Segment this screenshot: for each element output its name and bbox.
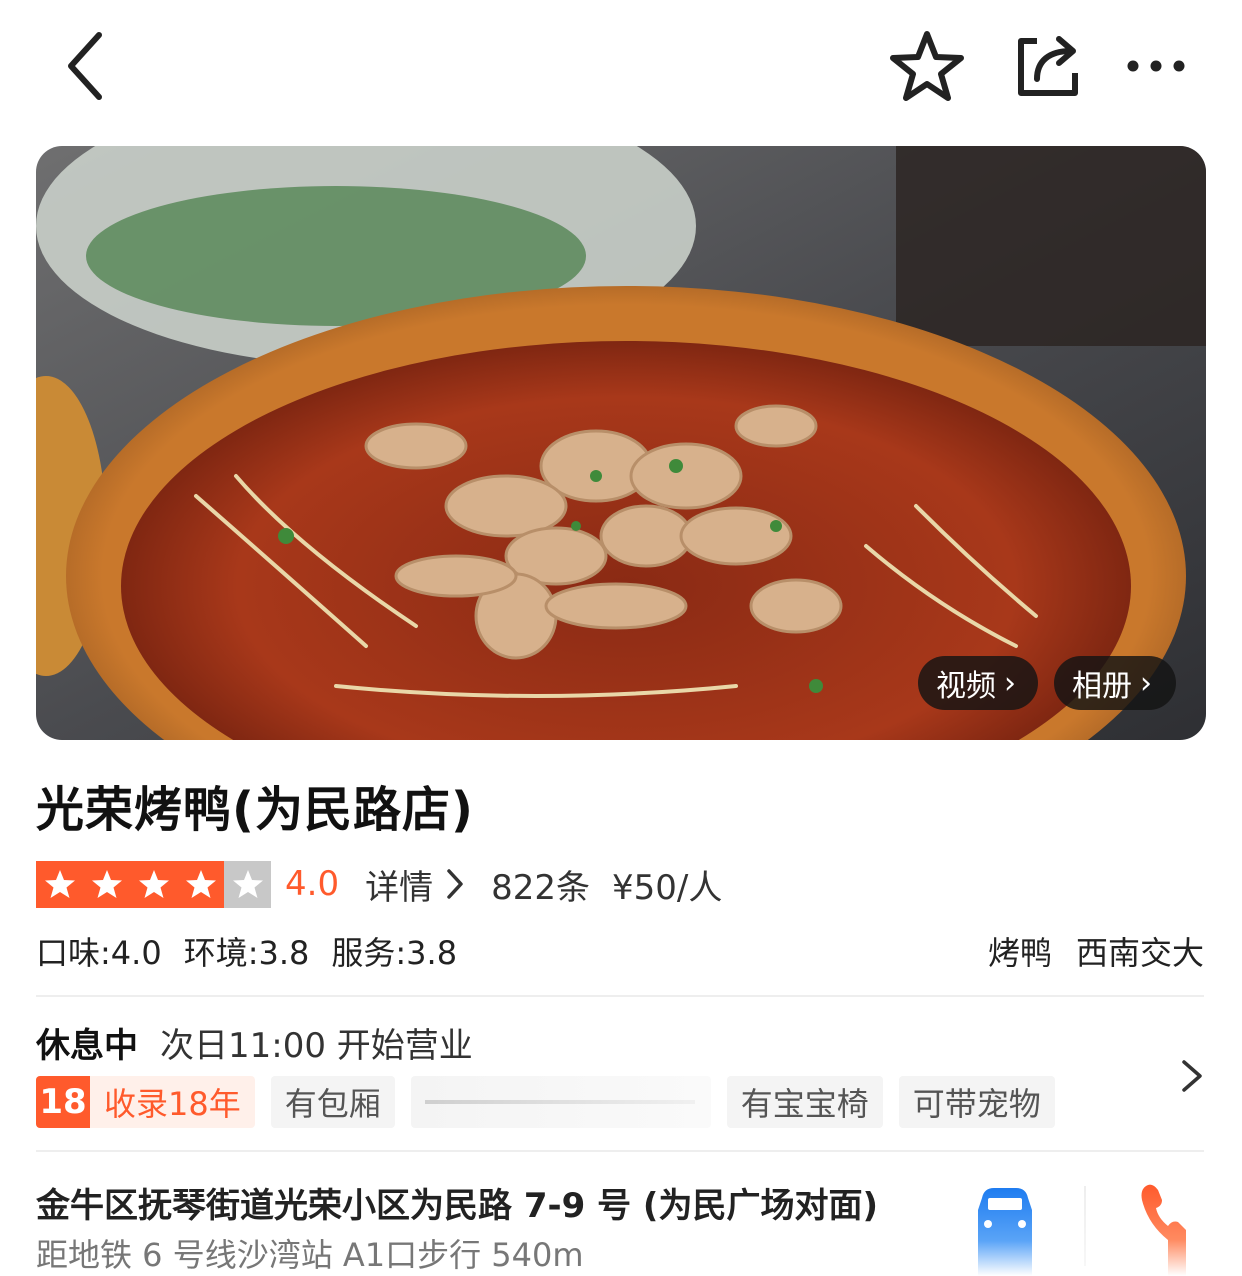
back-button[interactable] (50, 28, 120, 104)
top-nav-bar (0, 0, 1242, 130)
shop-title: 光荣烤鸭(为民路店) (36, 782, 474, 838)
star-rating (36, 860, 271, 908)
category-tag[interactable]: 烤鸭 (988, 928, 1052, 974)
feature-tags[interactable]: 18 收录18年 有包厢 有宝宝椅 可带宠物 (36, 1076, 1055, 1128)
chevron-right-icon: › (1004, 665, 1016, 701)
star-filled-icon (83, 860, 130, 908)
review-count[interactable]: 822条 (491, 860, 590, 909)
share-icon (1018, 36, 1078, 96)
share-button[interactable] (1008, 26, 1088, 106)
metro-distance: 距地铁 6 号线沙湾站 A1口步行 540m (36, 1236, 584, 1274)
feature-tag: 可带宠物 (898, 1076, 1055, 1128)
rating-detail-link[interactable]: 详情 (365, 860, 467, 909)
star-filled-icon (36, 860, 83, 908)
more-button[interactable] (1120, 36, 1192, 96)
years-badge: 18 收录18年 (36, 1076, 255, 1128)
business-hours[interactable]: 休息中 次日11:00 开始营业 (36, 1018, 473, 1067)
chevron-right-icon (447, 869, 463, 899)
album-button[interactable]: 相册 › (1054, 656, 1176, 710)
subscores: 口味:4.0 环境:3.8 服务:3.8 (36, 928, 457, 974)
shop-address[interactable]: 金牛区抚琴街道光荣小区为民路 7-9 号 (为民广场对面) (36, 1178, 878, 1227)
phone-icon[interactable] (1138, 1180, 1188, 1276)
environment-score: 环境:3.8 (183, 934, 310, 972)
price-per-person: ¥50/人 (611, 867, 723, 908)
years-number: 18 (36, 1076, 90, 1128)
more-dots-icon (1127, 60, 1185, 72)
feature-tag: 有包厢 (270, 1076, 395, 1128)
next-open-time: 次日11:00 开始营业 (160, 1026, 473, 1066)
star-outline-icon (890, 31, 964, 101)
album-label: 相册 (1072, 669, 1132, 704)
area-tag[interactable]: 西南交大 (1076, 928, 1204, 974)
favorite-button[interactable] (884, 26, 970, 106)
obscured-tag (410, 1076, 711, 1128)
feature-tag: 有宝宝椅 (726, 1076, 883, 1128)
car-icon[interactable] (974, 1184, 1036, 1276)
star-filled-icon (130, 860, 177, 908)
divider (36, 1150, 1204, 1152)
category-tags: 烤鸭 西南交大 (988, 928, 1204, 974)
rating-score: 4.0 (285, 864, 340, 904)
taste-score: 口味:4.0 (36, 934, 162, 972)
open-status: 休息中 (36, 1026, 138, 1066)
food-photo-image (36, 146, 1206, 740)
detail-label: 详情 (365, 867, 434, 908)
video-button[interactable]: 视频 › (918, 656, 1038, 710)
star-filled-icon (177, 860, 224, 908)
divider (36, 995, 1204, 997)
hero-food-photo[interactable]: 视频 › 相册 › (36, 146, 1206, 740)
chevron-right-icon: › (1140, 665, 1152, 701)
video-label: 视频 (936, 669, 996, 704)
years-label: 收录18年 (104, 1085, 241, 1123)
divider (1084, 1186, 1086, 1266)
service-score: 服务:3.8 (331, 934, 458, 972)
rating-row: 4.0 详情 822条 ¥50/人 (36, 860, 722, 908)
star-empty-icon (224, 860, 271, 908)
chevron-left-icon (68, 32, 102, 100)
chevron-right-icon[interactable] (1172, 1056, 1212, 1096)
